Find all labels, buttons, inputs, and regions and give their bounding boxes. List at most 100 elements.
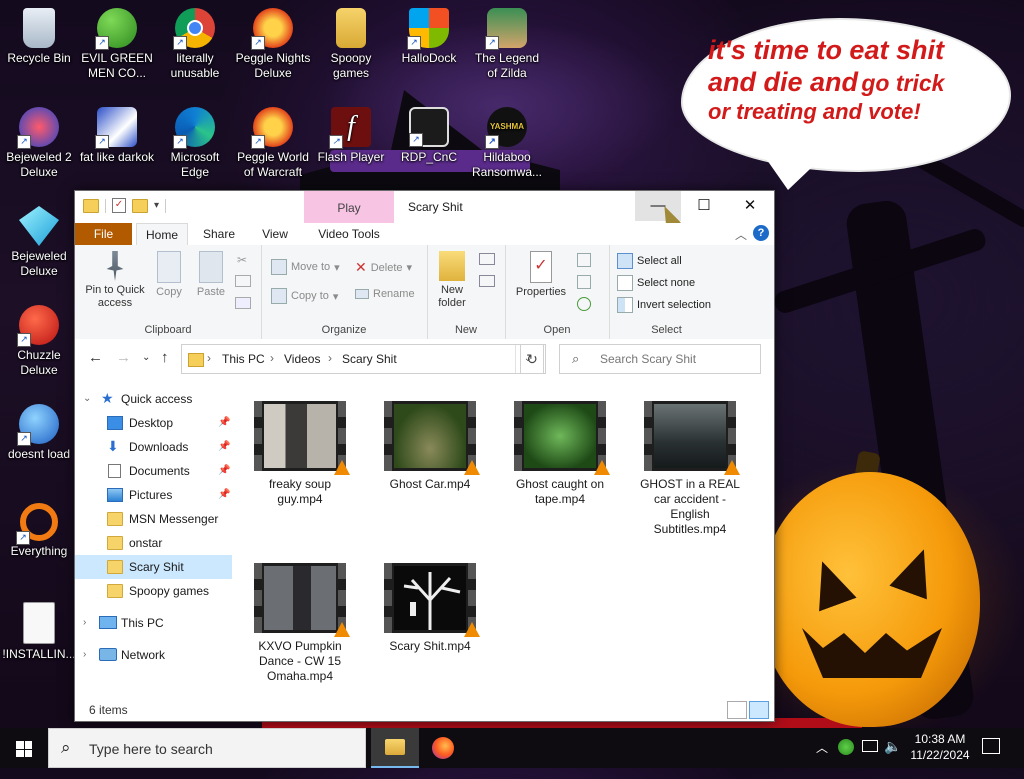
file-item[interactable]: Scary Shit.mp4: [375, 563, 485, 654]
new-folder-button[interactable]: New folder: [431, 251, 473, 310]
file-item[interactable]: KXVO Pumpkin Dance - CW 15 Omaha.mp4: [245, 563, 355, 684]
folder-icon: [107, 584, 123, 598]
file-item[interactable]: Ghost caught on tape.mp4: [505, 401, 615, 507]
desktop-icon-thunderbird[interactable]: ↗ doesnt load: [1, 400, 77, 462]
desktop-icon-label: Recycle Bin: [7, 51, 71, 65]
nav-item-pictures[interactable]: Pictures 📌: [75, 483, 232, 507]
clock[interactable]: 10:38 AM 11/22/2024: [902, 731, 978, 763]
desktop-icon-evil-green-men[interactable]: ↗ EVIL GREEN MEN CO...: [79, 4, 155, 81]
nav-item-scary-shit[interactable]: Scary Shit: [75, 555, 232, 579]
nav-item-desktop[interactable]: Desktop 📌: [75, 411, 232, 435]
desktop-icon-bejeweled[interactable]: Bejeweled Deluxe: [1, 202, 77, 279]
cut-icon[interactable]: ✂: [237, 253, 247, 267]
taskbar-file-explorer[interactable]: [371, 728, 419, 768]
desktop-icon-edge[interactable]: ↗ Microsoft Edge: [157, 103, 233, 180]
nav-item-downloads[interactable]: ⬇ Downloads 📌: [75, 435, 232, 459]
desktop-icon-flash-player[interactable]: f ↗ Flash Player: [313, 103, 389, 165]
properties-button[interactable]: ✓ Properties: [511, 251, 571, 299]
up-button[interactable]: ↑: [161, 349, 169, 366]
search-input[interactable]: ⌕ Search Scary Shit: [559, 344, 761, 374]
show-hidden-icons-chevron-icon[interactable]: ︿: [816, 739, 828, 779]
file-item[interactable]: Ghost Car.mp4: [375, 401, 485, 492]
nav-item-quick-access[interactable]: ⌄ ★ Quick access: [75, 387, 232, 411]
help-icon[interactable]: ?: [753, 225, 769, 241]
desktop-icon-peggle-wow[interactable]: ↗ Peggle World of Warcraft: [235, 103, 311, 180]
nav-item-msn-messenger[interactable]: MSN Messenger: [75, 507, 232, 531]
qat-dropdown-icon[interactable]: ▾: [154, 200, 159, 211]
copy-path-icon[interactable]: [235, 275, 251, 287]
paste-shortcut-icon[interactable]: [235, 297, 251, 309]
close-button[interactable]: ✕: [727, 191, 773, 221]
refresh-button[interactable]: ↻: [520, 344, 544, 374]
new-item-icon[interactable]: [479, 253, 495, 265]
file-item[interactable]: GHOST in a REAL car accident - English S…: [635, 401, 745, 537]
chevron-up-icon[interactable]: ︿: [735, 226, 747, 243]
breadcrumb-this-pc[interactable]: This PC: [222, 352, 265, 366]
file-name: GHOST in a REAL car accident - English S…: [640, 477, 740, 536]
open-icon[interactable]: [577, 253, 591, 267]
start-button[interactable]: [0, 728, 48, 768]
file-list: freaky soup guy.mp4 Ghost Car.mp4 Ghost …: [245, 401, 765, 691]
move-to-button[interactable]: Move to ▾: [271, 259, 340, 275]
copy-button[interactable]: Copy: [153, 251, 185, 299]
edit-icon[interactable]: [577, 275, 591, 289]
desktop-icon-installing[interactable]: !INSTALLIN...: [1, 598, 77, 662]
new-folder-qat-icon[interactable]: [132, 198, 148, 213]
copy-to-button[interactable]: Copy to ▾: [271, 288, 338, 304]
pin-to-quick-access-button[interactable]: Pin to Quick access: [81, 251, 149, 310]
desktop-icon-everything[interactable]: ↗ Everything: [1, 499, 77, 559]
easy-access-icon[interactable]: [479, 275, 495, 287]
desktop-icon-legend-of-zilda[interactable]: ↗ The Legend of Zilda: [469, 4, 545, 81]
paste-button[interactable]: Paste: [193, 251, 229, 299]
msn-tray-icon[interactable]: [838, 739, 854, 755]
rename-button[interactable]: Rename: [355, 288, 415, 300]
back-button[interactable]: ←: [88, 349, 103, 366]
tab-home[interactable]: Home: [136, 223, 188, 247]
desktop-icon-hildaboo[interactable]: YASHMA ↗ Hildaboo Ransomwa...: [469, 103, 545, 180]
desktop-icon-rdp-cnc[interactable]: ↗ RDP_CnC: [391, 103, 467, 165]
volume-icon[interactable]: 🔈: [884, 738, 901, 778]
nav-item-documents[interactable]: Documents 📌: [75, 459, 232, 483]
desktop-folder-icon: [107, 416, 123, 430]
desktop-icon-spoopy-games[interactable]: Spoopy games: [313, 4, 389, 81]
tab-share[interactable]: Share: [192, 223, 246, 245]
desktop-icon-bejeweled-2[interactable]: ↗ Bejeweled 2 Deluxe: [1, 103, 77, 180]
title-bar[interactable]: ✓ ▾ Play Scary Shit — ☐ ✕: [75, 191, 774, 230]
details-view-button[interactable]: [727, 701, 747, 719]
select-none-button[interactable]: Select none: [617, 275, 695, 291]
tab-view[interactable]: View: [251, 223, 299, 245]
desktop-icon-fat-like-darkok[interactable]: ↗ fat like darkok: [79, 103, 155, 165]
chevron-right-icon[interactable]: ›: [83, 643, 86, 667]
history-icon[interactable]: [577, 297, 591, 311]
tab-video-tools[interactable]: Video Tools: [304, 223, 394, 245]
chevron-down-icon[interactable]: ⌄: [83, 387, 91, 411]
notifications-icon[interactable]: [982, 738, 1000, 754]
tab-file[interactable]: File: [75, 223, 132, 245]
desktop-icon-chrome[interactable]: ↗ literally unusable: [157, 4, 233, 81]
select-all-button[interactable]: Select all: [617, 253, 682, 269]
forward-button[interactable]: →: [116, 349, 131, 366]
recent-locations-button[interactable]: ⌄: [142, 352, 150, 363]
zilda-icon: ↗: [485, 8, 527, 50]
desktop-icon-recycle-bin[interactable]: Recycle Bin: [1, 4, 77, 66]
network-tray-icon[interactable]: [862, 740, 878, 752]
nav-item-this-pc[interactable]: › This PC: [75, 611, 232, 635]
nav-item-spoopy-games[interactable]: Spoopy games: [75, 579, 232, 603]
taskbar-firefox[interactable]: [419, 728, 467, 768]
desktop-icon-chuzzle[interactable]: ↗ Chuzzle Deluxe: [1, 301, 77, 378]
address-bar[interactable]: › This PC › Videos › Scary Shit ⌄: [181, 344, 546, 374]
desktop-icon-peggle-nights[interactable]: ↗ Peggle Nights Deluxe: [235, 4, 311, 81]
delete-button[interactable]: ✕ Delete ▾: [355, 259, 412, 276]
nav-item-network[interactable]: › Network: [75, 643, 232, 667]
file-item[interactable]: freaky soup guy.mp4: [245, 401, 355, 507]
nav-item-onstar[interactable]: onstar: [75, 531, 232, 555]
chevron-right-icon[interactable]: ›: [83, 611, 86, 635]
breadcrumb-scary-shit[interactable]: Scary Shit: [342, 352, 397, 366]
properties-qat-icon[interactable]: ✓: [112, 198, 126, 213]
large-icons-view-button[interactable]: [749, 701, 769, 719]
breadcrumb-videos[interactable]: Videos: [284, 352, 320, 366]
invert-selection-button[interactable]: Invert selection: [617, 297, 711, 313]
desktop-icon-hallodock[interactable]: ↗ HalloDock: [391, 4, 467, 66]
taskbar-search-input[interactable]: ⌕ Type here to search: [48, 728, 366, 768]
maximize-button[interactable]: ☐: [681, 191, 727, 221]
